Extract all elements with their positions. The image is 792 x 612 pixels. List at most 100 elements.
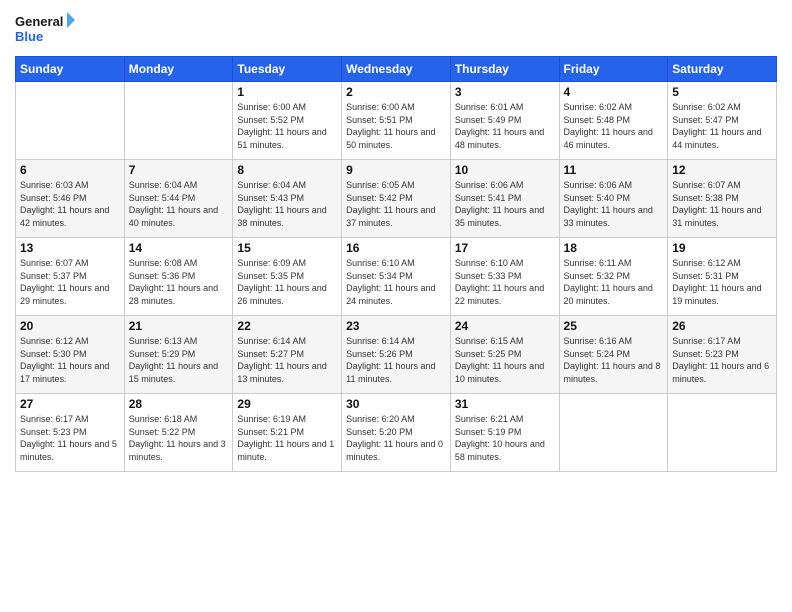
calendar-day-header: Monday <box>124 57 233 82</box>
calendar-day-cell: 10Sunrise: 6:06 AM Sunset: 5:41 PM Dayli… <box>450 160 559 238</box>
day-number: 31 <box>455 397 555 411</box>
day-number: 3 <box>455 85 555 99</box>
day-number: 23 <box>346 319 446 333</box>
day-number: 14 <box>129 241 229 255</box>
day-number: 6 <box>20 163 120 177</box>
day-number: 12 <box>672 163 772 177</box>
day-info: Sunrise: 6:16 AM Sunset: 5:24 PM Dayligh… <box>564 335 664 385</box>
day-info: Sunrise: 6:08 AM Sunset: 5:36 PM Dayligh… <box>129 257 229 307</box>
calendar-day-cell: 7 Sunrise: 6:04 AM Sunset: 5:44 PM Daylig… <box>124 160 233 238</box>
calendar-header-row: SundayMondayTuesdayWednesdayThursdayFrid… <box>16 57 777 82</box>
day-info: Sunrise: 6:17 AM Sunset: 5:23 PM Dayligh… <box>20 413 120 463</box>
day-number: 2 <box>346 85 446 99</box>
calendar-day-cell: 28Sunrise: 6:18 AM Sunset: 5:22 PM Dayli… <box>124 394 233 472</box>
day-info: Sunrise: 6:19 AM Sunset: 5:21 PM Dayligh… <box>237 413 337 463</box>
day-info: Sunrise: 6:13 AM Sunset: 5:29 PM Dayligh… <box>129 335 229 385</box>
page: General Blue SundayMondayTuesdayWednesda… <box>0 0 792 612</box>
day-number: 7 <box>129 163 229 177</box>
day-info: Sunrise: 6:01 AM Sunset: 5:49 PM Dayligh… <box>455 101 555 151</box>
day-number: 25 <box>564 319 664 333</box>
day-number: 5 <box>672 85 772 99</box>
day-number: 4 <box>564 85 664 99</box>
day-info: Sunrise: 6:21 AM Sunset: 5:19 PM Dayligh… <box>455 413 555 463</box>
logo-svg: General Blue <box>15 10 75 48</box>
day-info: Sunrise: 6:17 AM Sunset: 5:23 PM Dayligh… <box>672 335 772 385</box>
calendar-day-header: Friday <box>559 57 668 82</box>
calendar-day-cell: 4 Sunrise: 6:02 AM Sunset: 5:48 PM Daylig… <box>559 82 668 160</box>
logo: General Blue <box>15 10 75 48</box>
day-info: Sunrise: 6:05 AM Sunset: 5:42 PM Dayligh… <box>346 179 446 229</box>
day-info: Sunrise: 6:06 AM Sunset: 5:41 PM Dayligh… <box>455 179 555 229</box>
calendar-day-cell: 17Sunrise: 6:10 AM Sunset: 5:33 PM Dayli… <box>450 238 559 316</box>
day-info: Sunrise: 6:04 AM Sunset: 5:44 PM Dayligh… <box>129 179 229 229</box>
day-info: Sunrise: 6:14 AM Sunset: 5:27 PM Dayligh… <box>237 335 337 385</box>
calendar-day-cell: 24 Sunrise: 6:15 AM Sunset: 5:25 PM Dayli… <box>450 316 559 394</box>
calendar-day-cell: 3 Sunrise: 6:01 AM Sunset: 5:49 PM Daylig… <box>450 82 559 160</box>
calendar-day-cell: 21 Sunrise: 6:13 AM Sunset: 5:29 PM Dayli… <box>124 316 233 394</box>
calendar-day-cell: 9 Sunrise: 6:05 AM Sunset: 5:42 PM Daylig… <box>342 160 451 238</box>
day-number: 8 <box>237 163 337 177</box>
calendar-day-cell: 8Sunrise: 6:04 AM Sunset: 5:43 PM Daylig… <box>233 160 342 238</box>
calendar-day-cell: 29 Sunrise: 6:19 AM Sunset: 5:21 PM Dayli… <box>233 394 342 472</box>
day-info: Sunrise: 6:11 AM Sunset: 5:32 PM Dayligh… <box>564 257 664 307</box>
calendar-week-row: 27 Sunrise: 6:17 AM Sunset: 5:23 PM Dayli… <box>16 394 777 472</box>
header: General Blue <box>15 10 777 48</box>
day-info: Sunrise: 6:00 AM Sunset: 5:52 PM Dayligh… <box>237 101 337 151</box>
calendar-day-cell <box>124 82 233 160</box>
day-number: 27 <box>20 397 120 411</box>
day-number: 18 <box>564 241 664 255</box>
calendar-day-cell: 2Sunrise: 6:00 AM Sunset: 5:51 PM Daylig… <box>342 82 451 160</box>
calendar-week-row: 20 Sunrise: 6:12 AM Sunset: 5:30 PM Dayli… <box>16 316 777 394</box>
calendar-body: 1Sunrise: 6:00 AM Sunset: 5:52 PM Daylig… <box>16 82 777 472</box>
calendar-day-header: Sunday <box>16 57 125 82</box>
day-info: Sunrise: 6:06 AM Sunset: 5:40 PM Dayligh… <box>564 179 664 229</box>
svg-text:General: General <box>15 14 63 29</box>
day-number: 21 <box>129 319 229 333</box>
calendar-day-header: Tuesday <box>233 57 342 82</box>
calendar-day-cell: 5 Sunrise: 6:02 AM Sunset: 5:47 PM Daylig… <box>668 82 777 160</box>
day-number: 15 <box>237 241 337 255</box>
day-info: Sunrise: 6:03 AM Sunset: 5:46 PM Dayligh… <box>20 179 120 229</box>
day-info: Sunrise: 6:12 AM Sunset: 5:30 PM Dayligh… <box>20 335 120 385</box>
day-number: 30 <box>346 397 446 411</box>
calendar-day-cell: 26 Sunrise: 6:17 AM Sunset: 5:23 PM Dayli… <box>668 316 777 394</box>
day-number: 13 <box>20 241 120 255</box>
calendar-week-row: 1Sunrise: 6:00 AM Sunset: 5:52 PM Daylig… <box>16 82 777 160</box>
day-info: Sunrise: 6:10 AM Sunset: 5:34 PM Dayligh… <box>346 257 446 307</box>
calendar-day-cell: 18 Sunrise: 6:11 AM Sunset: 5:32 PM Dayli… <box>559 238 668 316</box>
calendar-day-header: Thursday <box>450 57 559 82</box>
calendar-day-cell: 12 Sunrise: 6:07 AM Sunset: 5:38 PM Dayli… <box>668 160 777 238</box>
day-info: Sunrise: 6:10 AM Sunset: 5:33 PM Dayligh… <box>455 257 555 307</box>
calendar-day-cell: 20 Sunrise: 6:12 AM Sunset: 5:30 PM Dayli… <box>16 316 125 394</box>
day-number: 22 <box>237 319 337 333</box>
calendar-day-cell: 6 Sunrise: 6:03 AM Sunset: 5:46 PM Daylig… <box>16 160 125 238</box>
calendar-day-cell: 16 Sunrise: 6:10 AM Sunset: 5:34 PM Dayli… <box>342 238 451 316</box>
day-number: 16 <box>346 241 446 255</box>
calendar-day-cell <box>559 394 668 472</box>
calendar-day-cell: 15 Sunrise: 6:09 AM Sunset: 5:35 PM Dayli… <box>233 238 342 316</box>
calendar-day-header: Saturday <box>668 57 777 82</box>
day-info: Sunrise: 6:12 AM Sunset: 5:31 PM Dayligh… <box>672 257 772 307</box>
day-number: 26 <box>672 319 772 333</box>
day-info: Sunrise: 6:02 AM Sunset: 5:47 PM Dayligh… <box>672 101 772 151</box>
day-info: Sunrise: 6:07 AM Sunset: 5:38 PM Dayligh… <box>672 179 772 229</box>
calendar-table: SundayMondayTuesdayWednesdayThursdayFrid… <box>15 56 777 472</box>
day-number: 19 <box>672 241 772 255</box>
calendar-day-cell: 11 Sunrise: 6:06 AM Sunset: 5:40 PM Dayli… <box>559 160 668 238</box>
calendar-week-row: 6 Sunrise: 6:03 AM Sunset: 5:46 PM Daylig… <box>16 160 777 238</box>
day-info: Sunrise: 6:15 AM Sunset: 5:25 PM Dayligh… <box>455 335 555 385</box>
day-number: 24 <box>455 319 555 333</box>
calendar-day-cell <box>16 82 125 160</box>
day-number: 20 <box>20 319 120 333</box>
day-number: 29 <box>237 397 337 411</box>
day-number: 28 <box>129 397 229 411</box>
calendar-day-cell: 30Sunrise: 6:20 AM Sunset: 5:20 PM Dayli… <box>342 394 451 472</box>
svg-text:Blue: Blue <box>15 29 43 44</box>
day-info: Sunrise: 6:02 AM Sunset: 5:48 PM Dayligh… <box>564 101 664 151</box>
day-info: Sunrise: 6:09 AM Sunset: 5:35 PM Dayligh… <box>237 257 337 307</box>
calendar-day-cell <box>668 394 777 472</box>
calendar-day-cell: 23Sunrise: 6:14 AM Sunset: 5:26 PM Dayli… <box>342 316 451 394</box>
calendar-day-cell: 19 Sunrise: 6:12 AM Sunset: 5:31 PM Dayli… <box>668 238 777 316</box>
day-number: 11 <box>564 163 664 177</box>
day-number: 9 <box>346 163 446 177</box>
